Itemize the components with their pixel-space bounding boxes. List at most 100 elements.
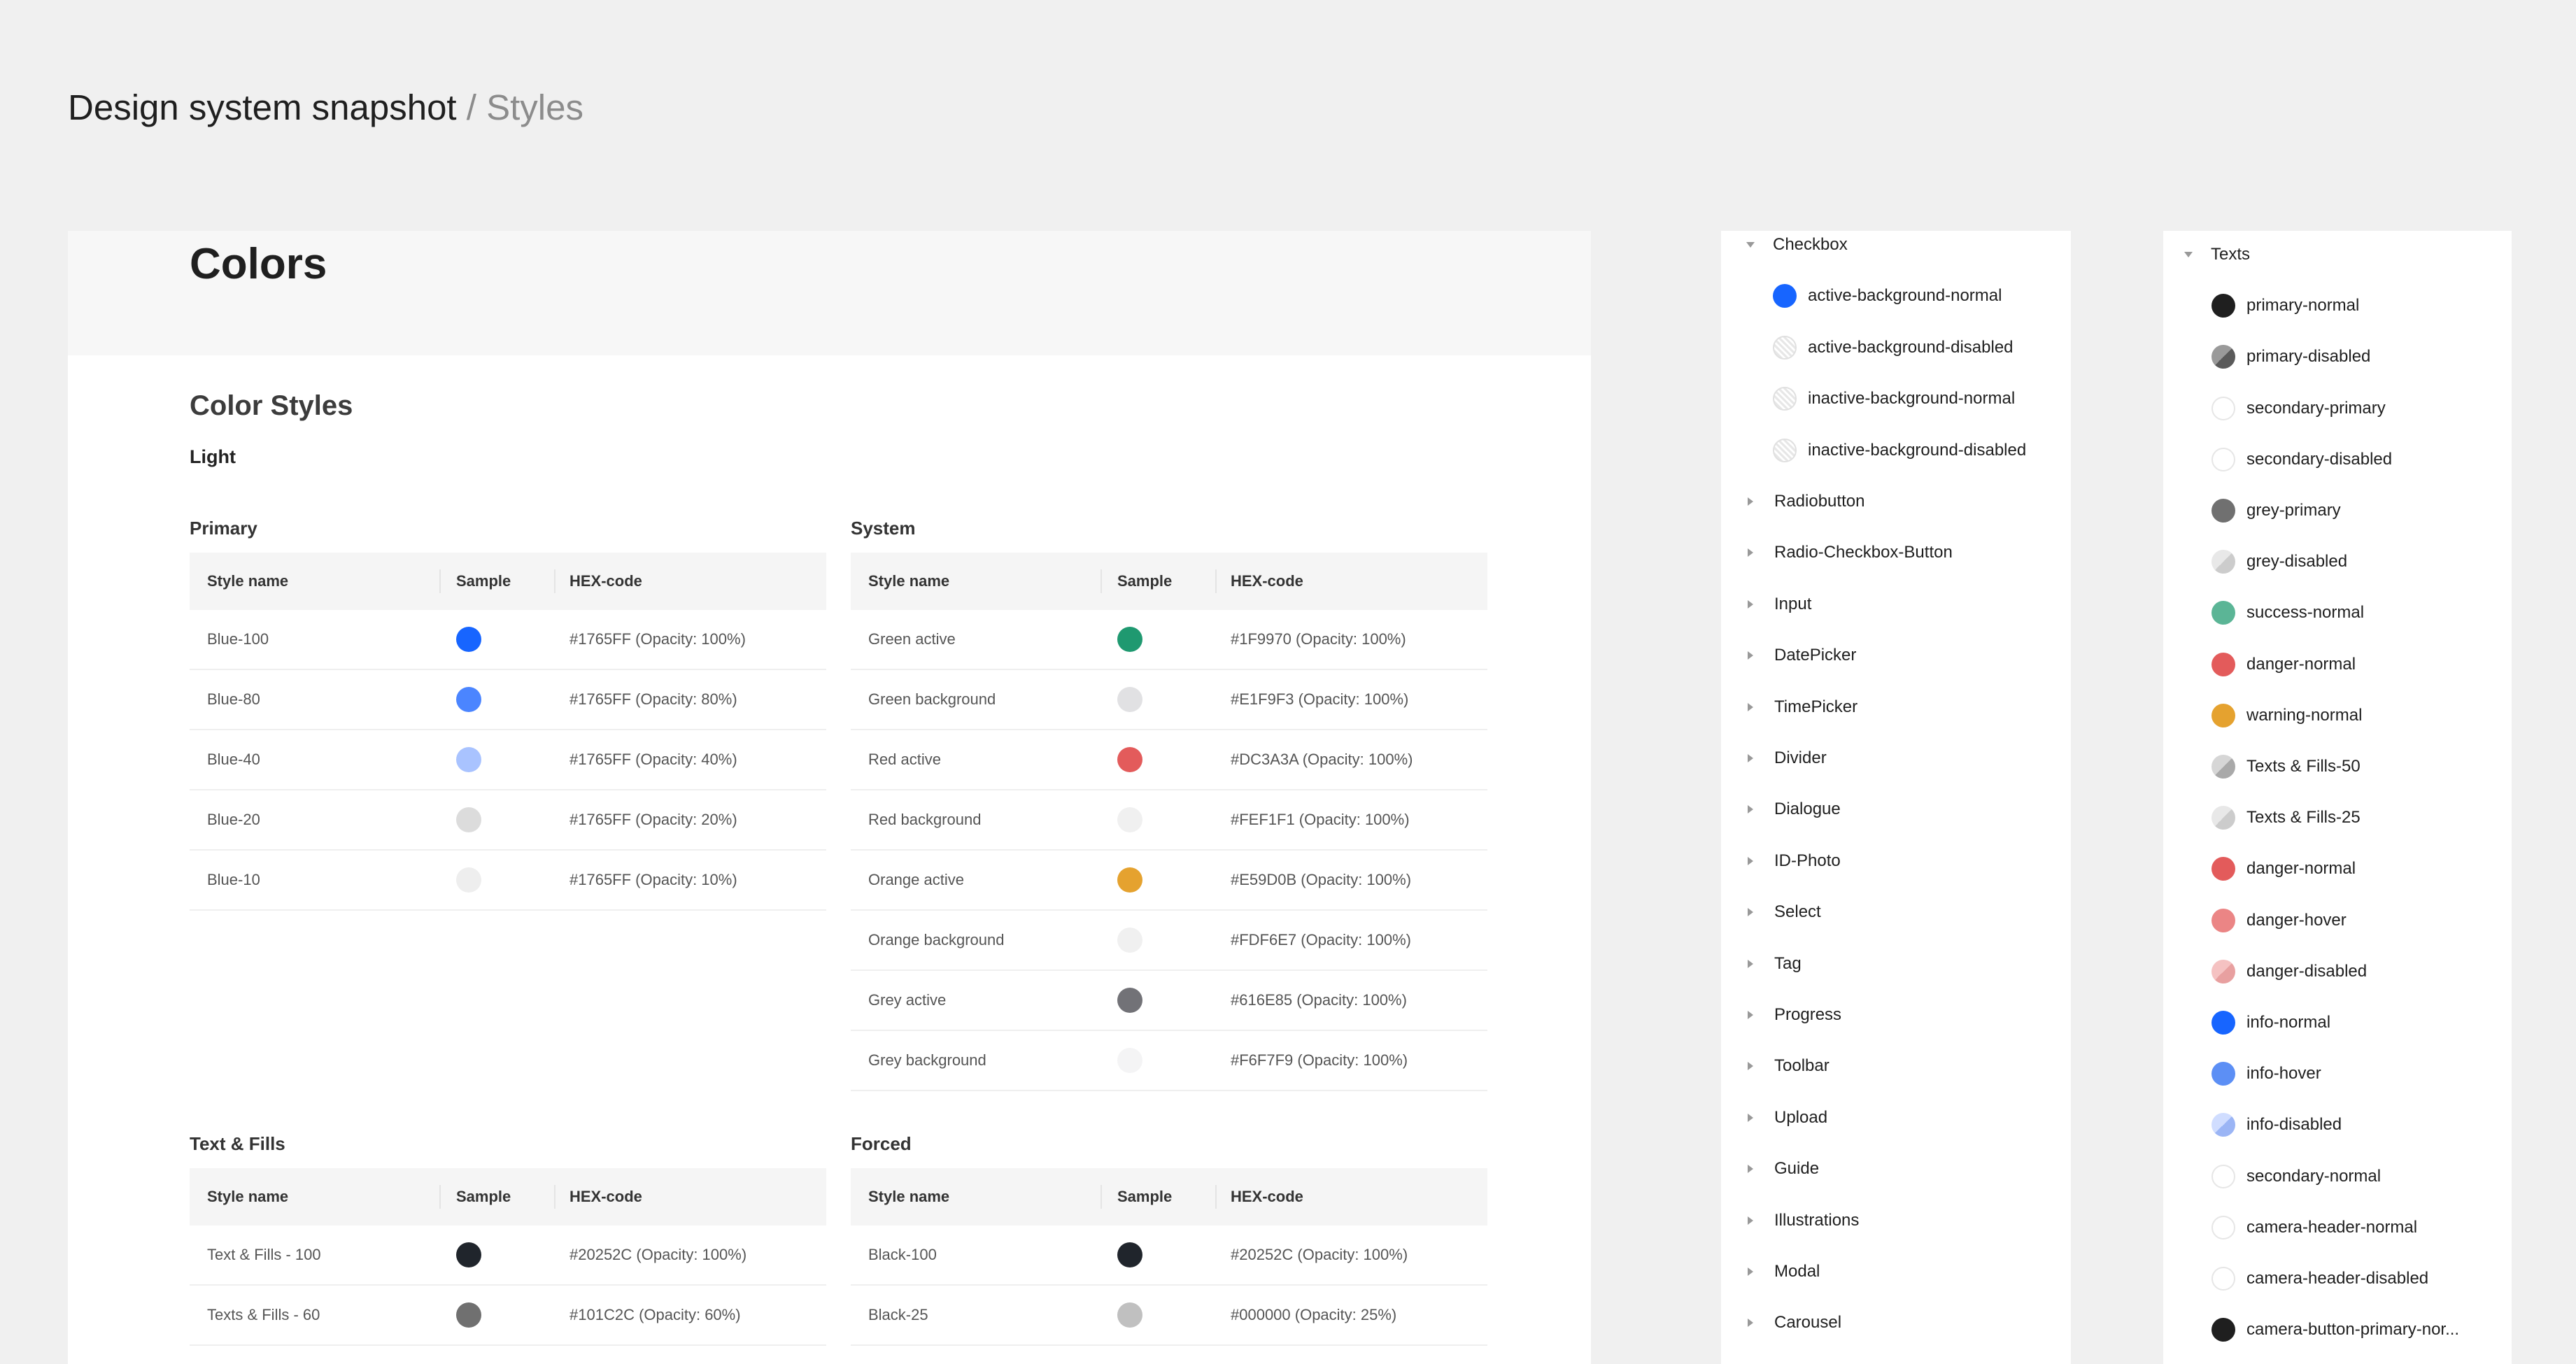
style-item[interactable]: active-background-disabled	[1773, 334, 2014, 362]
color-swatch-icon	[2211, 1164, 2235, 1188]
style-item[interactable]: danger-normal	[2211, 651, 2356, 679]
table-header-row: Style name Sample HEX-code	[190, 553, 826, 610]
style-item[interactable]: grey-disabled	[2211, 548, 2347, 576]
table-system: Style name Sample HEX-code Green active #1F9…	[851, 553, 1487, 1091]
style-item[interactable]: camera-header-normal	[2211, 1214, 2417, 1242]
table-row[interactable]: Text & Fills - 100 #20252C (Opacity: 100%…	[190, 1226, 826, 1286]
group-collapsed[interactable]: Toolbar	[1746, 1052, 1830, 1080]
style-item[interactable]: Texts & Fills-25	[2211, 804, 2361, 832]
style-item[interactable]: info-normal	[2211, 1009, 2330, 1037]
group-collapsed[interactable]: Carousel	[1746, 1309, 1841, 1337]
table-row[interactable]: Black-25 #000000 (Opacity: 25%)	[851, 1285, 1487, 1346]
style-item[interactable]: secondary-normal	[2211, 1163, 2381, 1191]
group-collapsed[interactable]: DatePicker	[1746, 641, 1856, 669]
style-item[interactable]: success-normal	[2211, 599, 2364, 627]
style-item[interactable]: info-disabled	[2211, 1111, 2342, 1139]
style-item[interactable]: primary-normal	[2211, 292, 2359, 320]
table-row[interactable]: Red background #FEF1F1 (Opacity: 100%)	[851, 790, 1487, 851]
style-item[interactable]: info-hover	[2211, 1060, 2321, 1088]
group-collapsed[interactable]: Select	[1746, 898, 1821, 926]
sample-cell	[1101, 1226, 1215, 1286]
style-item[interactable]: danger-normal	[2211, 855, 2356, 883]
table-row[interactable]: Blue-10 #1765FF (Opacity: 10%)	[190, 850, 826, 911]
table-header-row: Style name Sample HEX-code	[851, 1168, 1487, 1226]
style-item[interactable]: danger-disabled	[2211, 958, 2367, 986]
style-item[interactable]: inactive-background-normal	[1773, 385, 2015, 413]
color-sample-swatch	[1117, 807, 1142, 832]
page-title-section: Styles	[486, 87, 584, 127]
table-row[interactable]: Orange active #E59D0B (Opacity: 100%)	[851, 850, 1487, 911]
table-row[interactable]: Green background #E1F9F3 (Opacity: 100%)	[851, 669, 1487, 730]
style-item[interactable]: danger-hover	[2211, 907, 2347, 935]
table-row[interactable]: Green active #1F9970 (Opacity: 100%)	[851, 610, 1487, 670]
group-collapsed[interactable]: Dialogue	[1746, 795, 1841, 823]
group-collapsed[interactable]: Radiobutton	[1746, 488, 1864, 516]
column-header-hex-code: HEX-code	[554, 553, 826, 610]
table-row[interactable]: Blue-40 #1765FF (Opacity: 40%)	[190, 730, 826, 790]
group-collapsed[interactable]: Divider	[1746, 744, 1827, 772]
style-item-label: secondary-disabled	[2246, 449, 2393, 469]
table-row[interactable]: Orange background #FDF6E7 (Opacity: 100%)	[851, 910, 1487, 971]
style-item[interactable]: camera-header-disabled	[2211, 1265, 2428, 1293]
style-name-cell: Blue-80	[190, 669, 439, 730]
group-checkbox[interactable]: Checkbox	[1746, 231, 1848, 259]
column-header-hex-code: HEX-code	[1215, 1168, 1487, 1226]
group-collapsed[interactable]: Input	[1746, 590, 1811, 618]
style-item[interactable]: primary-disabled	[2211, 343, 2370, 371]
caret-right-icon	[1748, 1267, 1753, 1276]
group-label: Radio-Checkbox-Button	[1774, 543, 1953, 562]
style-item[interactable]: grey-primary	[2211, 497, 2341, 525]
style-item[interactable]: secondary-disabled	[2211, 446, 2392, 474]
color-swatch-icon	[2211, 1113, 2235, 1137]
group-collapsed[interactable]: Illustrations	[1746, 1207, 1859, 1235]
group-collapsed[interactable]: Modal	[1746, 1258, 1820, 1286]
group-collapsed[interactable]: Upload	[1746, 1104, 1827, 1132]
style-item-label: primary-normal	[2246, 296, 2360, 315]
style-item[interactable]: secondary-primary	[2211, 395, 2386, 422]
group-collapsed[interactable]: Radio-Checkbox-Button	[1746, 539, 1953, 567]
table-row[interactable]: Blue-20 #1765FF (Opacity: 20%)	[190, 790, 826, 851]
group-collapsed[interactable]: ID-Photo	[1746, 847, 1841, 875]
table-row[interactable]: Red active #DC3A3A (Opacity: 100%)	[851, 730, 1487, 790]
style-name-cell: Blue-40	[190, 730, 439, 790]
group-label: Progress	[1774, 1005, 1842, 1024]
hex-code-cell: #101C2C (Opacity: 60%)	[554, 1285, 826, 1346]
group-label: Tag	[1774, 953, 1802, 973]
group-texts[interactable]: Texts	[2184, 241, 2250, 269]
table-row[interactable]: Grey background #F6F7F9 (Opacity: 100%)	[851, 1030, 1487, 1091]
table-row[interactable]: Black-100 #20252C (Opacity: 100%)	[851, 1226, 1487, 1286]
group-collapsed[interactable]: Guide	[1746, 1155, 1819, 1183]
color-swatch-icon	[2211, 755, 2235, 779]
group-label: Input	[1774, 594, 1812, 613]
style-item[interactable]: camera-button-primary-nor...	[2211, 1316, 2459, 1344]
group-label: Modal	[1774, 1262, 1820, 1281]
sample-cell	[439, 1226, 554, 1286]
group-title-text-fills: Text & Fills	[190, 1133, 285, 1154]
color-swatch-icon	[2211, 703, 2235, 727]
column-header-sample: Sample	[1101, 1168, 1215, 1226]
hex-code-cell: #1765FF (Opacity: 40%)	[554, 730, 826, 790]
sample-cell	[439, 850, 554, 911]
style-item[interactable]: warning-normal	[2211, 702, 2362, 730]
color-sample-swatch	[1117, 1048, 1142, 1073]
hex-code-cell: #1765FF (Opacity: 10%)	[554, 850, 826, 911]
colors-board: Colors Color Styles Light Primary Style …	[68, 231, 1591, 1364]
hex-code-cell: #FDF6E7 (Opacity: 100%)	[1215, 910, 1487, 971]
column-header-style-name: Style name	[868, 572, 950, 590]
style-name-cell: Black-25	[851, 1285, 1101, 1346]
table-row[interactable]: Grey active #616E85 (Opacity: 100%)	[851, 970, 1487, 1031]
hex-code-cell: #F6F7F9 (Opacity: 100%)	[1215, 1030, 1487, 1091]
table-row[interactable]: Blue-80 #1765FF (Opacity: 80%)	[190, 669, 826, 730]
style-item[interactable]: inactive-background-disabled	[1773, 436, 2026, 464]
group-label: Toolbar	[1774, 1056, 1830, 1076]
style-item[interactable]: active-background-normal	[1773, 282, 2002, 310]
color-swatch-icon	[2211, 1318, 2235, 1342]
style-item[interactable]: Texts & Fills-50	[2211, 753, 2361, 781]
group-collapsed[interactable]: Tag	[1746, 950, 1802, 978]
table-row[interactable]: Texts & Fills - 60 #101C2C (Opacity: 60%)	[190, 1285, 826, 1346]
style-item-label: info-hover	[2246, 1064, 2321, 1084]
group-collapsed[interactable]: TimePicker	[1746, 693, 1857, 721]
group-collapsed[interactable]: Progress	[1746, 1001, 1841, 1029]
style-name-cell: Green background	[851, 669, 1101, 730]
table-row[interactable]: Blue-100 #1765FF (Opacity: 100%)	[190, 610, 826, 670]
